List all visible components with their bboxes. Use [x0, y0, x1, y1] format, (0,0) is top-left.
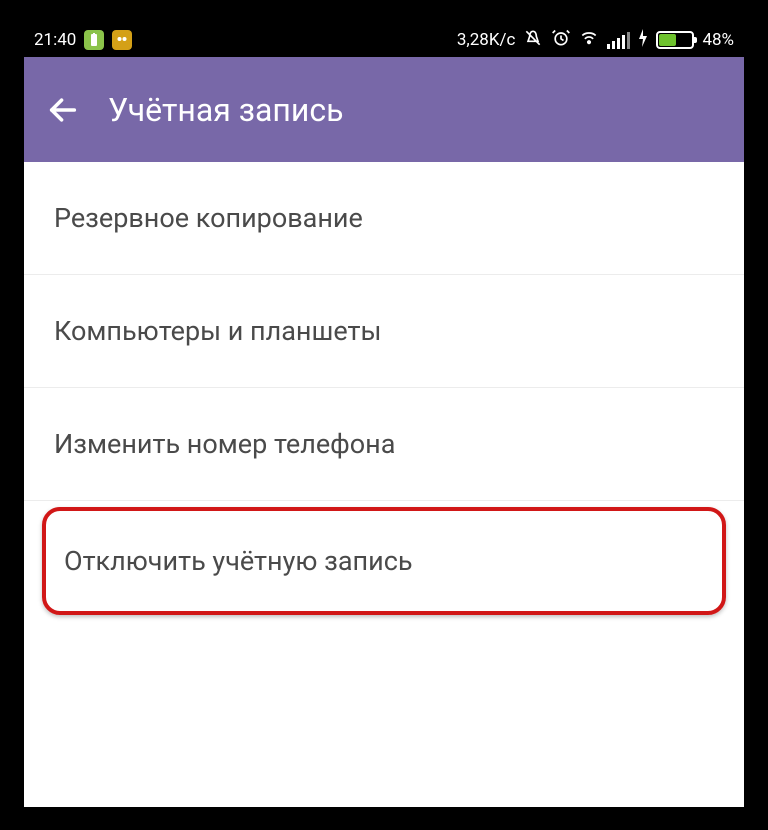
list-item-label: Отключить учётную запись	[64, 545, 412, 577]
clock: 21:40	[34, 30, 76, 50]
status-bar: 21:40 3,28K/c 48%	[24, 23, 744, 57]
app-bar: Учётная запись	[24, 57, 744, 162]
settings-list: Резервное копирование Компьютеры и планш…	[24, 162, 744, 615]
charging-icon	[638, 29, 648, 52]
list-item-label: Изменить номер телефона	[54, 428, 395, 460]
alarm-icon	[551, 28, 571, 53]
battery-pct: 48%	[702, 30, 734, 50]
page-title: Учётная запись	[108, 91, 343, 129]
battery-icon	[656, 31, 694, 49]
list-item-label: Компьютеры и планшеты	[54, 315, 381, 347]
phone-screen: 21:40 3,28K/c 48%	[24, 23, 744, 807]
wifi-icon	[579, 28, 599, 53]
battery-app-icon	[84, 30, 104, 50]
owl-app-icon	[112, 30, 132, 50]
list-item-change-number[interactable]: Изменить номер телефона	[24, 388, 744, 501]
signal-icon	[607, 32, 630, 49]
status-left: 21:40	[34, 30, 132, 50]
arrow-left-icon	[46, 93, 80, 127]
silent-icon	[523, 28, 543, 53]
status-right: 3,28K/c 48%	[457, 28, 734, 53]
back-button[interactable]	[46, 93, 80, 127]
data-rate: 3,28K/c	[457, 30, 516, 50]
list-item-label: Резервное копирование	[54, 202, 363, 234]
list-item-deactivate-account[interactable]: Отключить учётную запись	[42, 507, 726, 615]
list-item-backup[interactable]: Резервное копирование	[24, 162, 744, 275]
list-item-devices[interactable]: Компьютеры и планшеты	[24, 275, 744, 388]
